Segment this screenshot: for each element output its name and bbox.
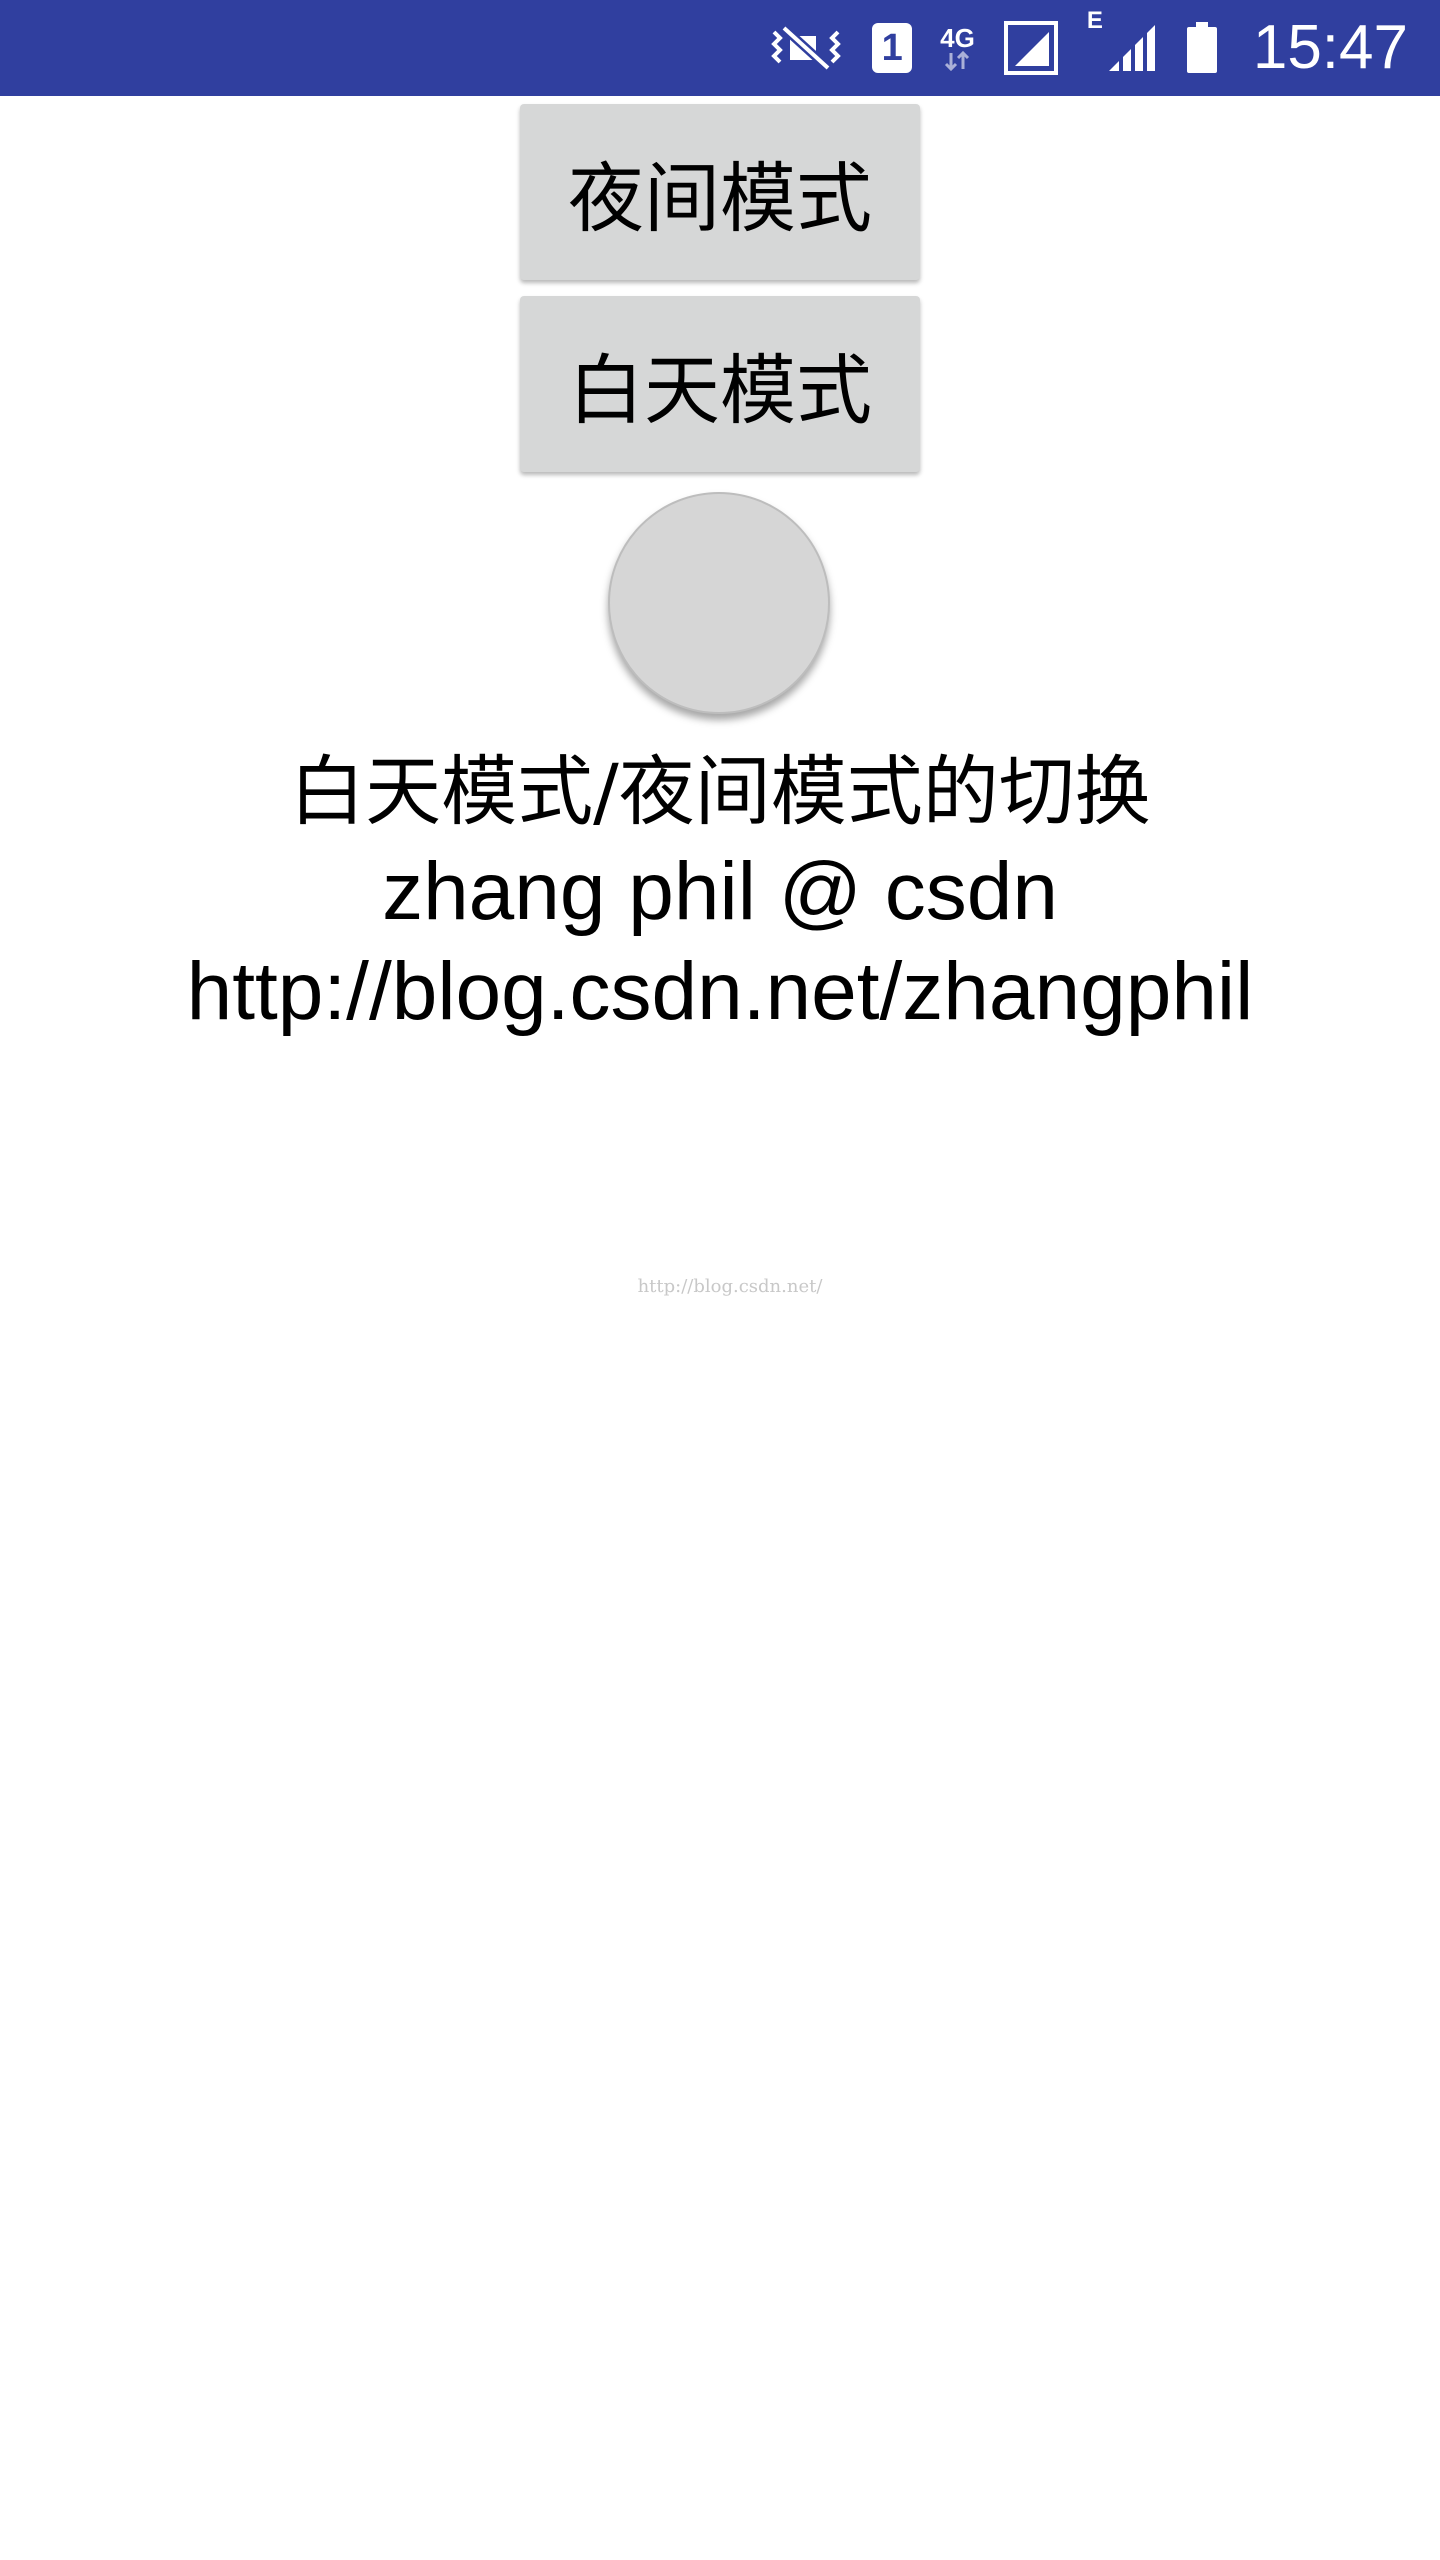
4g-data-icon: 4G	[940, 25, 975, 71]
vibrate-mute-icon	[768, 22, 844, 74]
signal-sim1-icon	[1003, 20, 1059, 76]
day-mode-button[interactable]: 白天模式	[520, 296, 920, 472]
info-text-block: 白天模式/夜间模式的切换 zhang phil @ csdn http://bl…	[0, 742, 1440, 1042]
status-icons: 1 4G E 15:47	[768, 0, 1408, 96]
watermark: http://blog.csdn.net/	[637, 1276, 823, 1297]
status-bar: 1 4G E 15:47	[0, 0, 1440, 96]
battery-icon	[1185, 22, 1219, 74]
night-mode-button[interactable]: 夜间模式	[520, 104, 920, 280]
author-caption: zhang phil @ csdn	[382, 846, 1058, 937]
sim-1-icon: 1	[872, 23, 913, 73]
mode-switch-caption: 白天模式/夜间模式的切换	[289, 747, 1151, 836]
edge-signal-icon: E	[1087, 9, 1157, 73]
clock: 15:47	[1252, 13, 1408, 82]
round-button[interactable]	[608, 492, 830, 714]
blog-url-caption: http://blog.csdn.net/zhangphil	[186, 946, 1254, 1037]
